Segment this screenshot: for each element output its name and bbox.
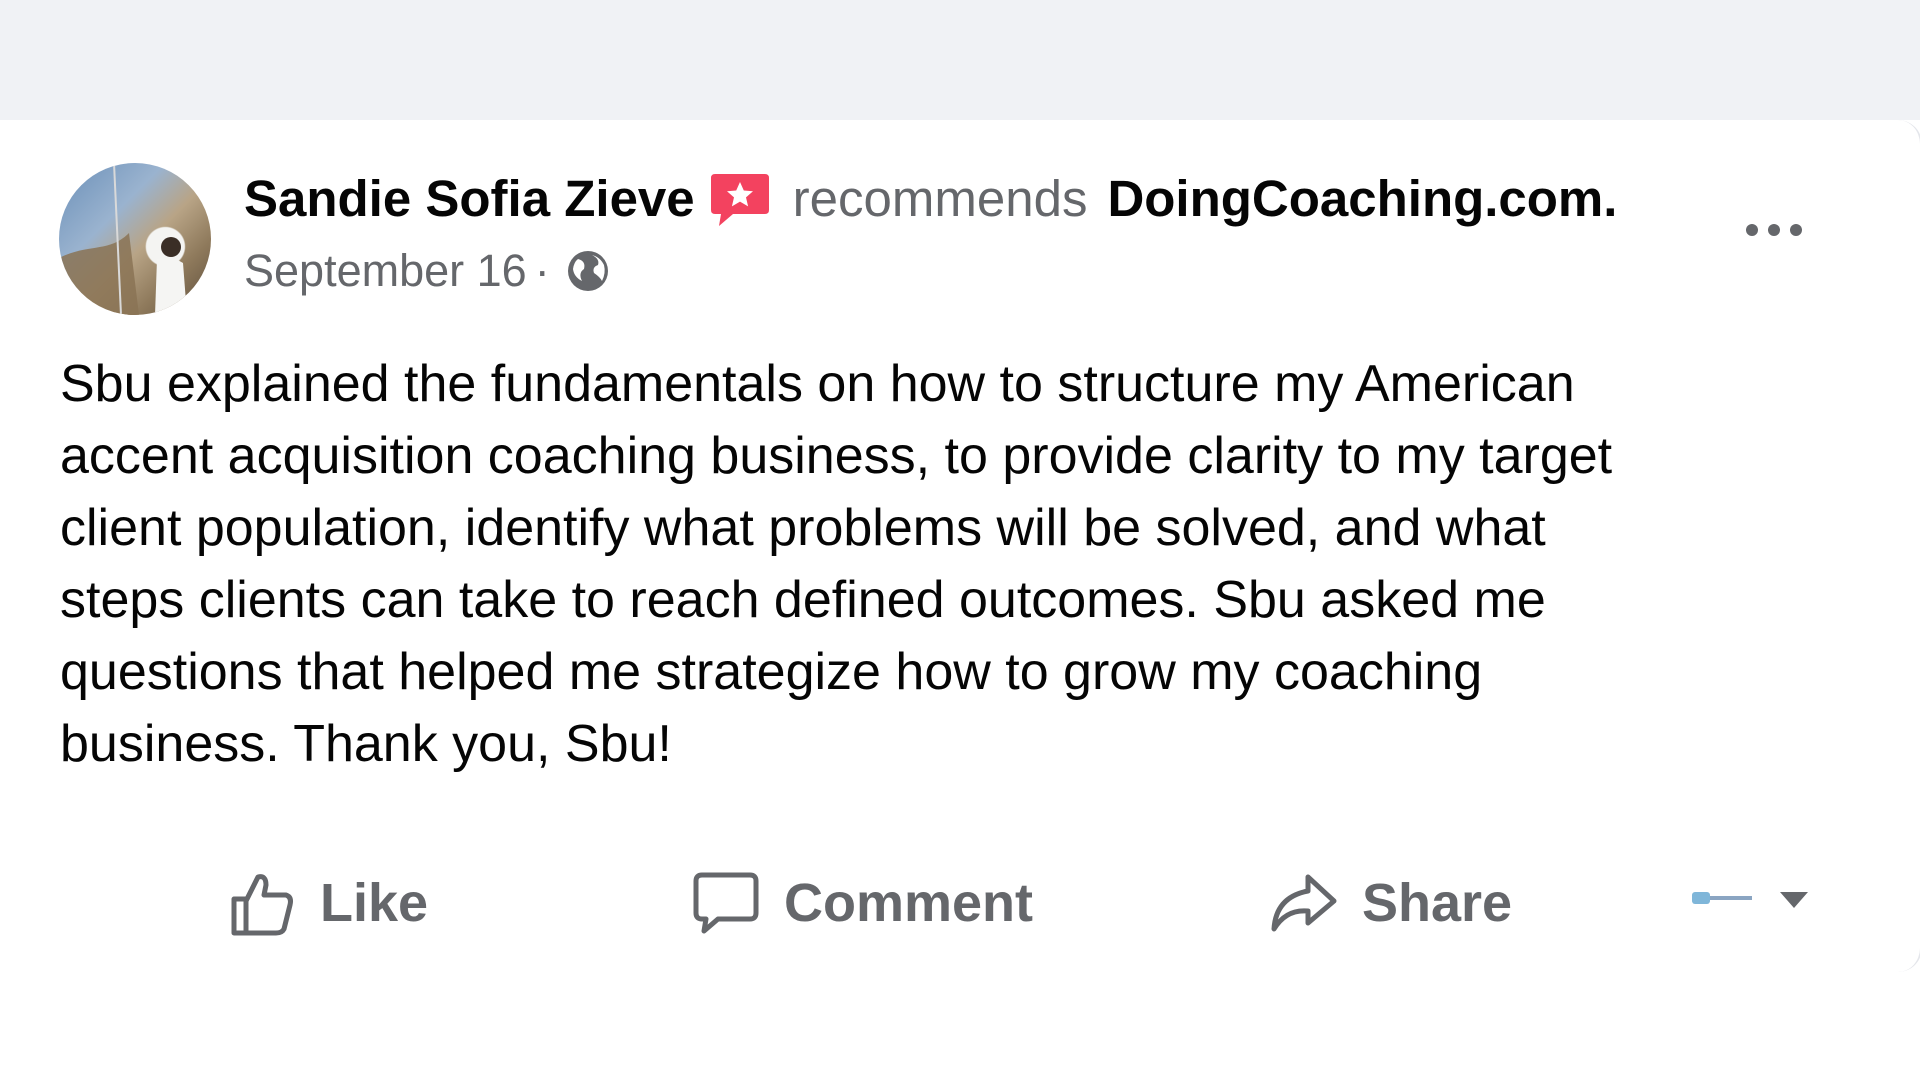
post-date[interactable]: September 16 [244, 245, 527, 297]
post-body-line: client population, identify what problem… [60, 499, 1546, 557]
post-action-bar: Like Comment Share [0, 858, 1920, 948]
share-label: Share [1362, 873, 1513, 933]
meta-separator: · [534, 245, 550, 296]
post-meta: September 16 · [244, 245, 612, 297]
share-arrow-icon [1271, 874, 1337, 932]
post-body: Sbu explained the fundamentals on how to… [60, 348, 1860, 780]
page-avatar-mini-icon [1692, 892, 1710, 904]
thumbs-up-icon [231, 874, 293, 936]
comment-bubble-icon [693, 872, 759, 934]
feed-background [0, 0, 1920, 120]
share-button[interactable]: Share [1268, 858, 1512, 948]
recommendation-star-badge-icon [709, 172, 771, 228]
like-label: Like [320, 873, 429, 933]
post-header: Sandie Sofia Zieve recommends DoingCoach… [244, 168, 1617, 228]
globe-icon [564, 247, 612, 295]
chevron-down-icon [1780, 892, 1808, 908]
avatar[interactable] [59, 163, 211, 315]
post-body-line: business. Thank you, Sbu! [60, 715, 672, 773]
page-name-link[interactable]: DoingCoaching.com. [1107, 169, 1617, 228]
author-name[interactable]: Sandie Sofia Zieve [244, 169, 695, 228]
comment-button[interactable]: Comment [690, 858, 1033, 948]
audience-reaction-selector[interactable] [1688, 868, 1814, 928]
post-body-line: steps clients can take to reach defined … [60, 571, 1546, 629]
post-body-line: questions that helped me strategize how … [60, 643, 1483, 701]
like-button[interactable]: Like [226, 858, 428, 948]
comment-label: Comment [784, 873, 1034, 933]
post-body-line: Sbu explained the fundamentals on how to… [60, 355, 1575, 413]
post-body-line: accent acquisition coaching business, to… [60, 427, 1613, 485]
more-options-icon[interactable] [1740, 212, 1810, 242]
recommends-text: recommends [792, 169, 1088, 227]
